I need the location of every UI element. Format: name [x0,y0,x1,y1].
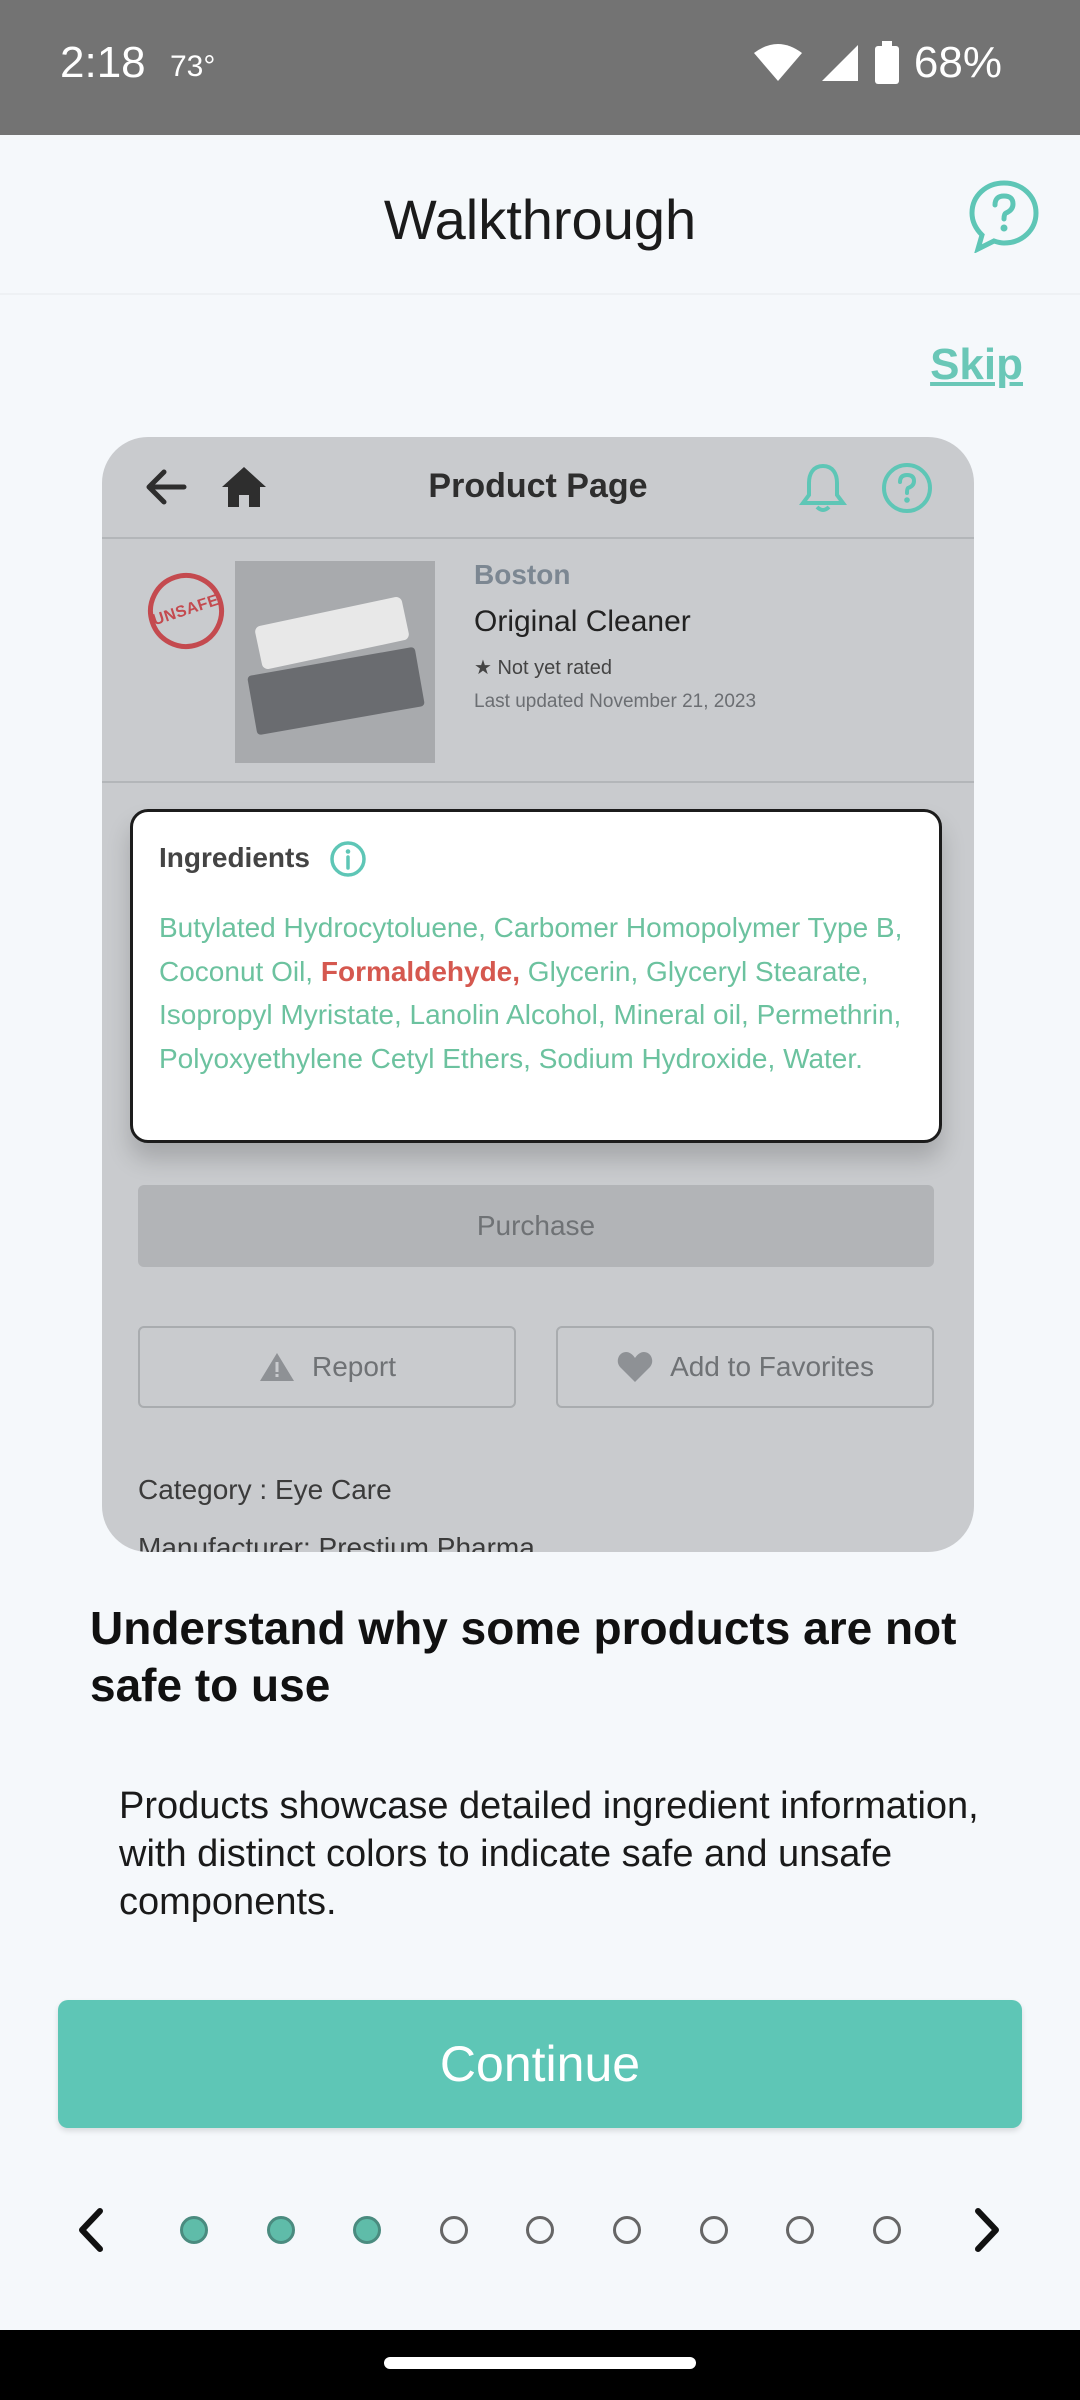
favorites-button-preview: Add to Favorites [556,1326,934,1408]
favorites-label: Add to Favorites [670,1351,874,1382]
page-dot-5[interactable] [526,2216,555,2244]
unsafe-badge: UNSAFE [138,563,234,659]
help-icon[interactable] [966,177,1042,253]
product-category: Category : Eye Care [138,1474,392,1505]
page-dot-4[interactable] [439,2216,468,2244]
product-last-updated: Last updated November 21, 2023 [474,691,757,712]
purchase-button-preview: Purchase [138,1185,934,1267]
signal-icon [821,45,858,81]
home-gesture-handle[interactable] [384,2357,696,2369]
wifi-icon [753,44,802,81]
status-bar: 2:18 73° 68% [0,0,1080,135]
chevron-left-icon[interactable] [74,2207,108,2253]
ingredients-card: Ingredients Butylated Hydrocytoluene, Ca… [130,809,942,1143]
page-dot-7[interactable] [699,2216,728,2244]
product-image [235,561,435,763]
page-dot-2[interactable] [266,2216,295,2244]
chevron-right-icon[interactable] [970,2207,1004,2253]
status-icons: 68% [752,38,1002,88]
product-brand: Boston [474,559,571,590]
walkthrough-preview-image: Product Page UNSAFE Boston Original Clea… [102,437,974,1552]
battery-icon [874,41,899,84]
page-dot-8[interactable] [786,2216,815,2244]
report-label: Report [311,1351,397,1382]
app-header: Walkthrough [0,135,1080,295]
unsafe-badge-label: UNSAFE [150,591,222,630]
unsafe-ingredient: Formaldehyde, [320,955,521,987]
product-rating: ★ Not yet rated [474,657,612,679]
divider [102,781,974,783]
skip-link[interactable]: Skip [930,340,1023,390]
preview-help-icon [882,463,932,513]
page-dot-6[interactable] [613,2216,641,2244]
status-time: 2:18 [60,38,146,87]
info-icon [330,841,366,877]
ingredients-list: Butylated Hydrocytoluene, Carbomer Homop… [159,906,919,1080]
product-manufacturer: Manufacturer: Prestium Pharma [138,1532,535,1552]
page-dot-3[interactable] [353,2216,382,2244]
page-dot-1[interactable] [180,2216,208,2244]
report-button-preview: Report [138,1326,516,1408]
status-temperature: 73° [170,50,216,83]
page-indicator [0,2195,1080,2265]
preview-header: Product Page [102,437,974,539]
page-title: Walkthrough [383,188,697,251]
continue-button[interactable]: Continue [58,2000,1022,2128]
ingredients-heading: Ingredients [159,842,310,873]
page-dot-9[interactable] [872,2216,901,2244]
heart-icon [617,1352,653,1382]
battery-percent: 68% [913,38,1002,87]
walkthrough-headline: Understand why some products are not saf… [90,1602,957,1711]
walkthrough-description: Products showcase detailed ingredient in… [119,1785,979,1923]
warning-icon [259,1353,294,1381]
system-nav-bar [0,2330,1080,2400]
product-name: Original Cleaner [474,605,691,638]
bell-icon [799,463,847,512]
